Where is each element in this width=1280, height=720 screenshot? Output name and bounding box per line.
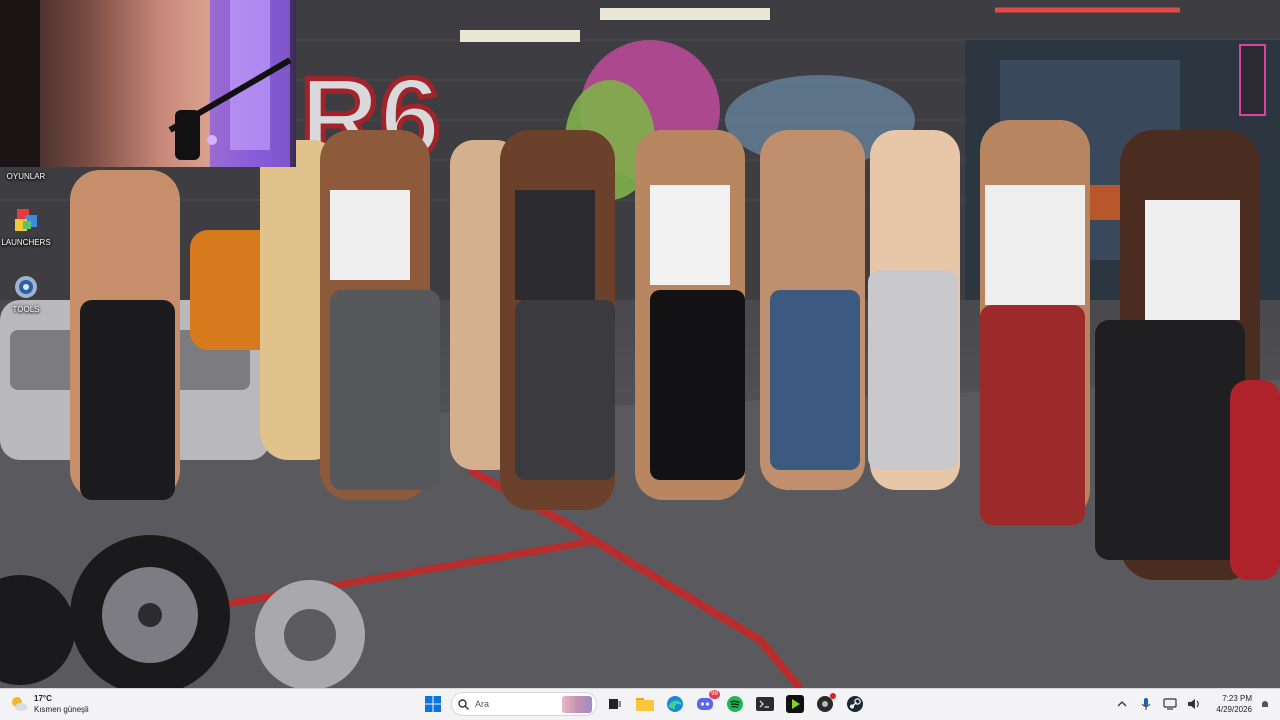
discord-notification-badge: 99 bbox=[709, 690, 720, 699]
speaker-icon bbox=[1188, 699, 1200, 709]
microphone-button[interactable] bbox=[1138, 692, 1154, 716]
edge-icon bbox=[667, 696, 683, 712]
webcam-scene bbox=[0, 0, 292, 167]
desktop-icon-tools[interactable]: TOOLS bbox=[0, 272, 52, 314]
desktop-icon-label: LAUNCHERS bbox=[1, 238, 51, 247]
terminal-button[interactable] bbox=[753, 692, 777, 716]
task-view-button[interactable] bbox=[603, 692, 627, 716]
search-placeholder: Ara bbox=[475, 699, 490, 709]
network-icon bbox=[1163, 698, 1178, 710]
partly-sunny-icon bbox=[10, 695, 28, 713]
microphone-icon bbox=[1142, 698, 1151, 710]
taskbar-clock[interactable]: 7:23 PM 4/29/2026 bbox=[1216, 693, 1252, 715]
weather-condition: Kısmen güneşli bbox=[34, 705, 89, 714]
desktop-icon-label: TOOLS bbox=[12, 305, 40, 314]
notification-dot bbox=[830, 693, 836, 699]
file-explorer-button[interactable] bbox=[633, 692, 657, 716]
windows-logo-icon bbox=[425, 696, 441, 712]
taskbar-search-box[interactable]: Ara bbox=[451, 692, 597, 716]
network-button[interactable] bbox=[1162, 692, 1178, 716]
desktop-icon-oyunlar[interactable]: OYUNLAR bbox=[0, 172, 52, 181]
desktop-icon-label: OYUNLAR bbox=[6, 172, 46, 181]
spotify-button[interactable] bbox=[723, 692, 747, 716]
media-icon bbox=[786, 695, 804, 713]
launchers-icon bbox=[11, 205, 41, 235]
desktop-icon-launchers[interactable]: LAUNCHERS bbox=[0, 205, 52, 247]
task-view-icon bbox=[609, 699, 621, 709]
weather-widget[interactable]: 17°C Kısmen güneşli bbox=[10, 693, 89, 715]
notifications-button[interactable] bbox=[1260, 692, 1270, 716]
weather-temperature: 17°C bbox=[34, 694, 52, 703]
edge-button[interactable] bbox=[663, 692, 687, 716]
spotify-icon bbox=[727, 696, 743, 712]
gear-icon bbox=[11, 272, 41, 302]
windows-start-button[interactable] bbox=[421, 692, 445, 716]
clock-time: 7:23 PM bbox=[1222, 694, 1252, 703]
volume-button[interactable] bbox=[1186, 692, 1202, 716]
steam-icon bbox=[847, 696, 863, 712]
chevron-up-icon bbox=[1117, 701, 1127, 707]
webcam-overlay bbox=[0, 0, 296, 167]
app-red-dot-button[interactable] bbox=[813, 692, 837, 716]
show-hidden-icons-button[interactable] bbox=[1114, 692, 1130, 716]
steam-button[interactable] bbox=[843, 692, 867, 716]
bell-icon bbox=[1262, 701, 1268, 707]
folder-icon bbox=[636, 698, 654, 711]
taskbar: 17°C Kısmen güneşli Ara 99 7:23 PM 4/29/… bbox=[0, 688, 1280, 720]
search-icon bbox=[458, 698, 469, 710]
taskbar-apps: Ara 99 bbox=[421, 690, 867, 716]
system-tray: 7:23 PM 4/29/2026 bbox=[1114, 692, 1270, 716]
discord-button[interactable]: 99 bbox=[693, 690, 720, 716]
clock-date: 4/29/2026 bbox=[1216, 705, 1252, 714]
media-app-button[interactable] bbox=[783, 692, 807, 716]
search-highlight-image bbox=[562, 696, 592, 713]
terminal-icon bbox=[756, 697, 774, 711]
